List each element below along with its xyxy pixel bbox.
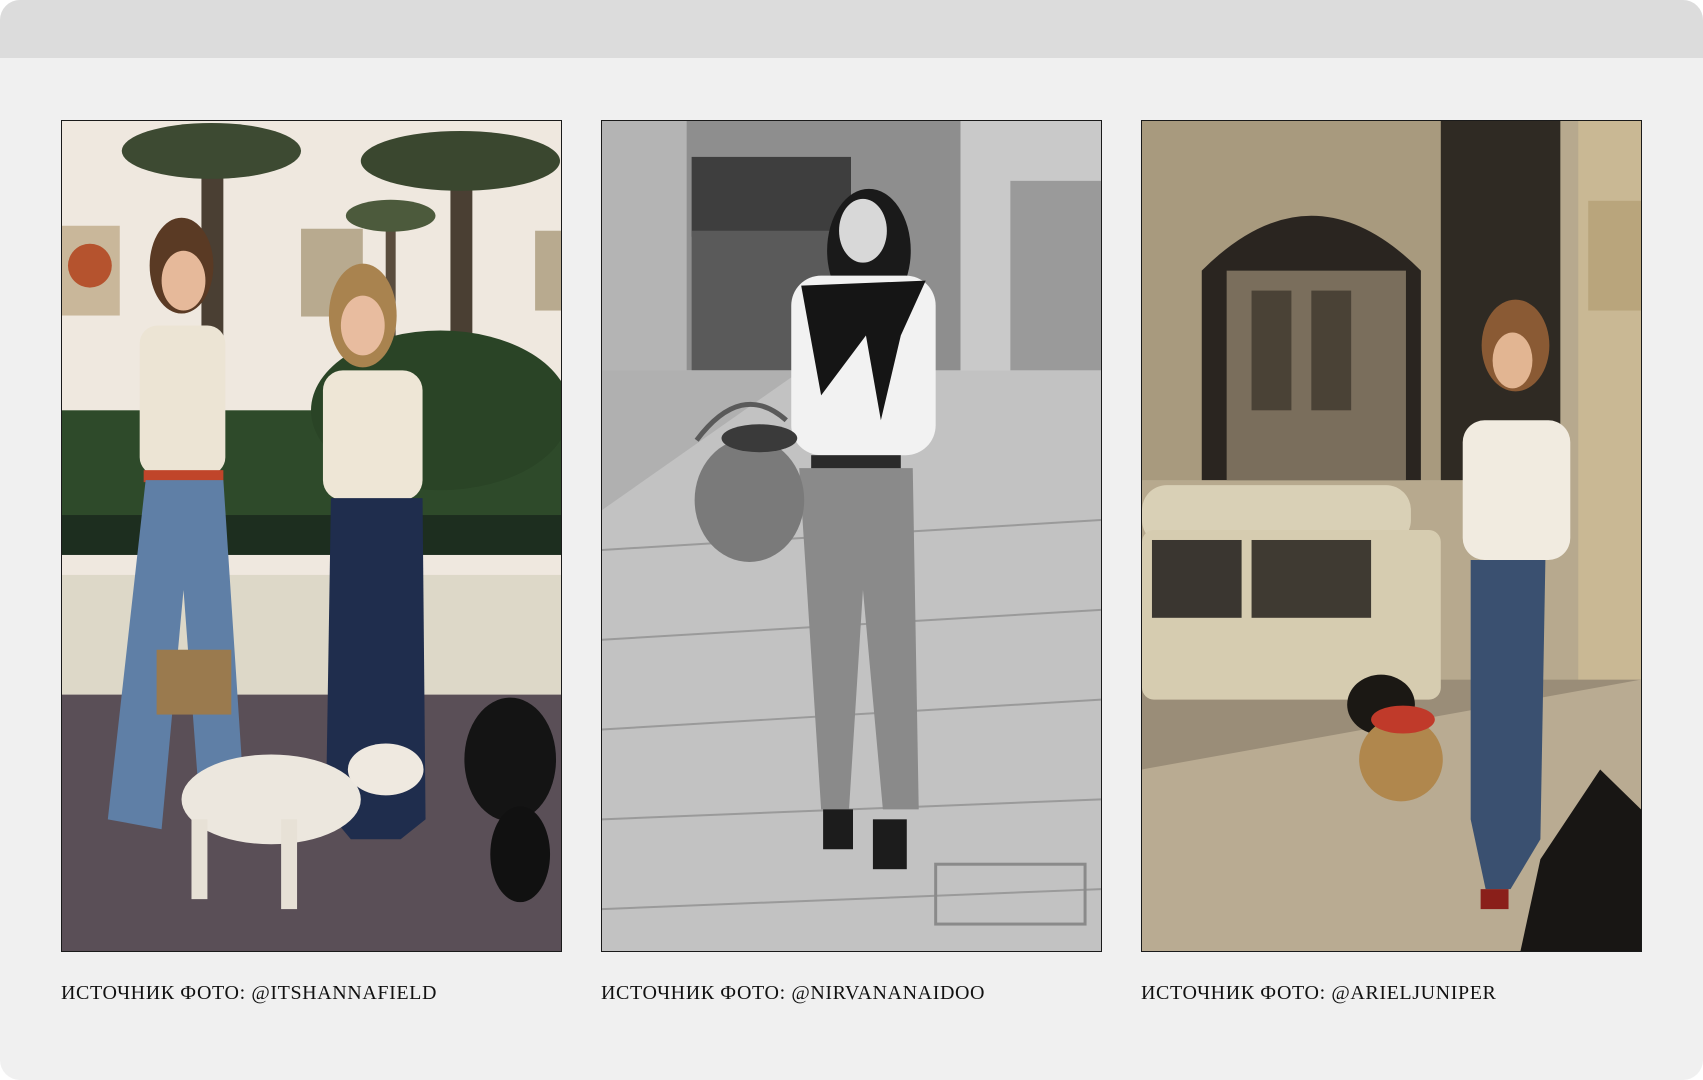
photo-caption-1: ИСТОЧНИК ФОТО: @ITSHANNAFIELD <box>61 982 438 1004</box>
photo-nirvananaidoo[interactable] <box>601 120 1102 952</box>
photo-card-1: ИСТОЧНИК ФОТО: @ITSHANNAFIELD <box>61 120 562 1005</box>
photo-3-image <box>1142 121 1641 951</box>
photo-caption-3: ИСТОЧНИК ФОТО: @ARIELJUNIPER <box>1141 982 1497 1004</box>
app-window: ИСТОЧНИК ФОТО: @ITSHANNAFIELD ИСТОЧНИК Ф… <box>0 0 1703 1080</box>
window-titlebar <box>0 0 1703 58</box>
photo-2-image <box>602 121 1101 951</box>
photo-card-2: ИСТОЧНИК ФОТО: @NIRVANANAIDOO <box>601 120 1102 1005</box>
photo-itshannafield[interactable] <box>61 120 562 952</box>
photo-card-3: ИСТОЧНИК ФОТО: @ARIELJUNIPER <box>1141 120 1642 1005</box>
photo-caption-2: ИСТОЧНИК ФОТО: @NIRVANANAIDOO <box>601 982 986 1004</box>
photo-1-image <box>62 121 561 951</box>
photo-arieljuniper[interactable] <box>1141 120 1642 952</box>
